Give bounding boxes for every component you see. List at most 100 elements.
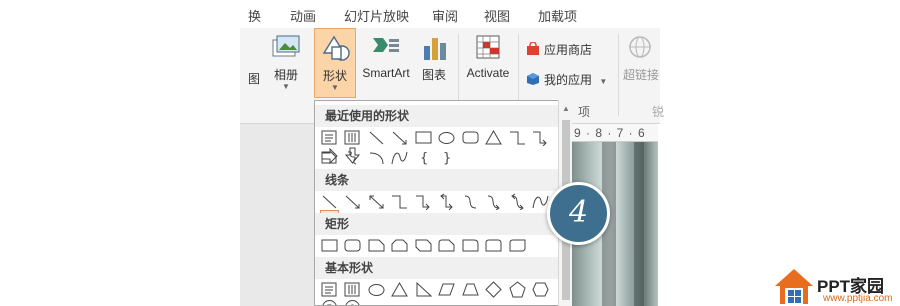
snip-rect-shape-icon[interactable]: [321, 149, 338, 166]
snip-diagonal-rect-icon[interactable]: [415, 237, 432, 254]
pentagon-shape-icon[interactable]: [509, 281, 526, 298]
svg-text:{: {: [420, 151, 428, 166]
pptjia-logo: PPT家园 www.pptjia.com: [773, 266, 900, 306]
line-shape-icon[interactable]: [321, 193, 338, 210]
hyperlink-button[interactable]: 超链接: [622, 28, 660, 98]
textbox-shape-icon[interactable]: [321, 129, 338, 146]
round-single-corner-rect-icon[interactable]: [462, 237, 479, 254]
smartart-label: SmartArt: [362, 66, 410, 80]
tab-addins[interactable]: 加载项: [538, 6, 577, 25]
rectangle-shape-icon[interactable]: [415, 129, 432, 146]
step-number-badge: 4: [547, 182, 610, 245]
lines-row: [320, 193, 571, 229]
smartart-button[interactable]: SmartArt: [358, 28, 414, 98]
rounded-rect-shape-icon[interactable]: [344, 237, 361, 254]
textbox-shape-icon[interactable]: [321, 281, 338, 298]
triangle-shape-icon[interactable]: [391, 281, 409, 298]
rounded-rect-shape-icon[interactable]: [462, 129, 479, 146]
elbow-arrow-connector-icon[interactable]: [415, 193, 432, 210]
partial-image-label: 图: [248, 72, 261, 86]
tab-slideshow[interactable]: 幻灯片放映: [344, 6, 409, 25]
activate-label: Activate: [466, 66, 510, 80]
parallelogram-shape-icon[interactable]: [438, 281, 455, 298]
elbow-double-arrow-icon[interactable]: [438, 193, 455, 210]
vertical-textbox-shape-icon[interactable]: [344, 129, 361, 146]
elbow-connector-icon[interactable]: [391, 193, 408, 210]
triangle-shape-icon[interactable]: [485, 129, 503, 146]
activate-button[interactable]: Activate: [462, 28, 514, 98]
rectangles-row: [321, 237, 528, 255]
round-same-side-rect-icon[interactable]: [485, 237, 502, 254]
tab-review[interactable]: 审阅: [432, 6, 458, 25]
logo-url: www.pptjia.com: [823, 293, 893, 304]
basic-shapes-row: 7 8: [321, 281, 571, 305]
recent-shapes-header: 最近使用的形状: [315, 105, 571, 127]
freeform-scribble-icon[interactable]: [344, 149, 361, 166]
arc-shape-icon[interactable]: [368, 149, 385, 166]
elbow-arrow-connector-icon[interactable]: [532, 129, 549, 146]
hexagon-shape-icon[interactable]: [532, 281, 549, 298]
hyperlink-label: 超链接: [622, 68, 659, 82]
vertical-textbox-shape-icon[interactable]: [344, 281, 361, 298]
chevron-down-icon: ▼: [282, 82, 290, 91]
curved-connector-icon[interactable]: [462, 193, 479, 210]
globe-link-icon: [629, 36, 651, 58]
app-store-button[interactable]: 应用商店: [526, 41, 592, 58]
right-brace-icon[interactable]: }: [438, 149, 455, 166]
double-arrow-line-icon[interactable]: [368, 193, 385, 210]
curve-shape-icon[interactable]: [391, 149, 408, 166]
elbow-connector-icon[interactable]: [509, 129, 526, 146]
app-store-label: 应用商店: [544, 43, 593, 57]
chart-label: 图表: [421, 68, 446, 82]
ribbon-divider: [618, 34, 619, 116]
bar-chart-icon: [424, 38, 446, 60]
activate-icon: [476, 35, 500, 59]
chevron-down-icon: ▼: [331, 83, 339, 92]
curved-double-arrow-icon[interactable]: [509, 193, 526, 210]
shapes-icon: [322, 35, 350, 61]
line-shape-icon[interactable]: [368, 129, 385, 146]
svg-text:}: }: [443, 151, 451, 166]
lines-header: 线条: [315, 169, 571, 191]
menu-tab-bar: 换 动画 幻灯片放映 审阅 视图 加载项: [0, 0, 900, 28]
snip-same-side-rect-icon[interactable]: [391, 237, 408, 254]
oval-shape-icon[interactable]: [368, 281, 385, 298]
scroll-up-arrow-icon[interactable]: ▲: [559, 104, 573, 113]
apps-group-label: 项: [578, 105, 591, 119]
trapezoid-shape-icon[interactable]: [462, 281, 479, 298]
tab-animations[interactable]: 动画: [290, 6, 316, 25]
photo-album-button[interactable]: 相册 ▼: [266, 28, 306, 98]
photo-album-label: 相册: [273, 68, 298, 82]
left-brace-icon[interactable]: {: [415, 149, 432, 166]
house-logo-icon: [775, 269, 813, 304]
right-triangle-shape-icon[interactable]: [415, 281, 432, 298]
my-apps-icon: [527, 73, 539, 85]
recent-shapes-row-2: { }: [321, 149, 457, 167]
basic-shapes-header: 基本形状: [315, 257, 571, 279]
arrow-line-shape-icon[interactable]: [344, 193, 361, 210]
document-margin: [240, 124, 315, 306]
oval-shape-icon[interactable]: [438, 129, 455, 146]
recent-shapes-row-1: [321, 129, 571, 164]
snip-round-rect-icon[interactable]: [438, 237, 455, 254]
shopping-bag-icon: [527, 41, 539, 55]
shapes-label: 形状: [322, 69, 347, 83]
curved-arrow-connector-icon[interactable]: [485, 193, 502, 210]
snip-single-corner-rect-icon[interactable]: [368, 237, 385, 254]
octagon-shape-icon[interactable]: 8: [344, 299, 361, 305]
shapes-button[interactable]: 形状 ▼: [314, 28, 356, 98]
rectangle-shape-icon[interactable]: [321, 237, 338, 254]
heptagon-shape-icon[interactable]: 7: [321, 299, 338, 305]
arrow-line-shape-icon[interactable]: [391, 129, 408, 146]
diamond-shape-icon[interactable]: [485, 281, 502, 298]
chart-button[interactable]: 图表: [416, 28, 452, 98]
tab-view[interactable]: 视图: [484, 6, 510, 25]
photo-album-icon: [272, 35, 300, 57]
tab-transitions[interactable]: 换: [248, 6, 261, 25]
links-group-label: 锐: [652, 105, 665, 119]
ruler: 9 · 8 · 7 · 6: [572, 124, 658, 142]
my-apps-label: 我的应用: [544, 73, 593, 87]
rectangles-header: 矩形: [315, 213, 571, 235]
round-diagonal-rect-icon[interactable]: [509, 237, 526, 254]
my-apps-button[interactable]: 我的应用 ▼: [526, 71, 607, 88]
